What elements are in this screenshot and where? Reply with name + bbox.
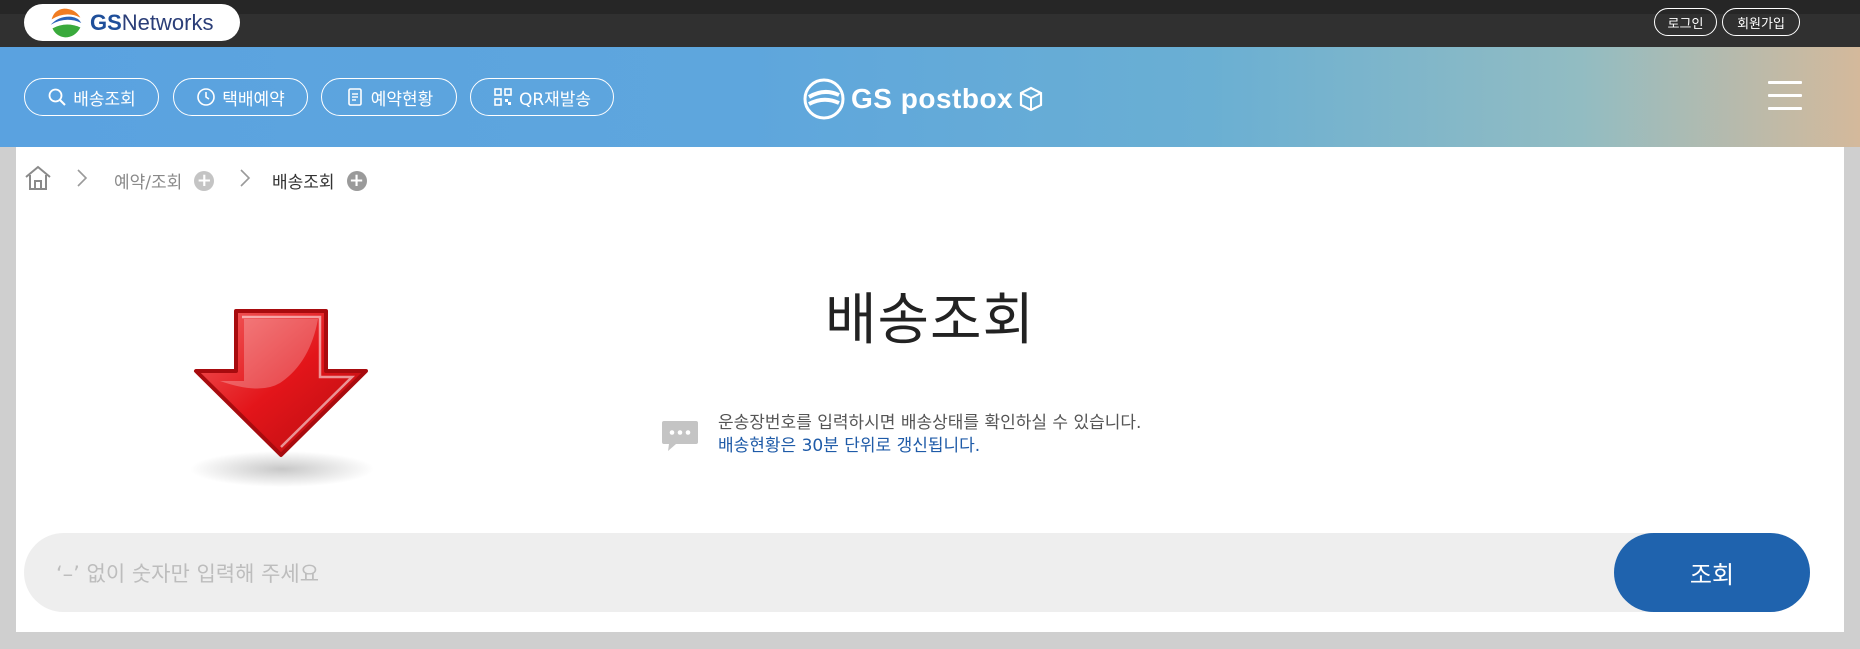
search-icon bbox=[48, 88, 66, 106]
nav-status-label: 예약현황 bbox=[370, 89, 434, 110]
info-text-line1: 운송장번호를 입력하시면 배송상태를 확인하실 수 있습니다. bbox=[718, 413, 1142, 433]
chevron-right-icon bbox=[77, 169, 88, 187]
breadcrumb-item-tracking[interactable]: 배송조회 + bbox=[272, 168, 367, 193]
plus-icon[interactable]: + bbox=[194, 170, 215, 191]
nav-tracking-button[interactable]: 배송조회 bbox=[24, 78, 159, 116]
nav-reservation-label: 택배예약 bbox=[222, 89, 285, 110]
nav-tracking-label: 배송조회 bbox=[73, 89, 136, 110]
box-icon bbox=[1020, 86, 1043, 112]
gs-networks-logo[interactable]: GS Networks bbox=[24, 4, 240, 41]
info-notice: 운송장번호를 입력하시면 배송상태를 확인하실 수 있습니다. 배송현황은 30… bbox=[660, 412, 1141, 458]
chevron-right-icon bbox=[240, 169, 251, 187]
top-bar-band bbox=[0, 14, 1860, 47]
document-icon bbox=[347, 88, 362, 106]
breadcrumb-item-reservation[interactable]: 예약/조회 + bbox=[114, 168, 215, 193]
hamburger-menu-icon[interactable] bbox=[1768, 81, 1802, 111]
qr-code-icon bbox=[494, 88, 512, 106]
top-bar: GS Networks 로그인 회원가입 bbox=[0, 0, 1860, 47]
red-down-arrow-icon bbox=[190, 309, 374, 487]
nav-qr-resend-button[interactable]: QR재발송 bbox=[470, 78, 614, 116]
plus-icon[interactable]: + bbox=[346, 170, 367, 191]
brand-text: GS postbox bbox=[851, 83, 1014, 114]
breadcrumb-label: 배송조회 bbox=[272, 173, 335, 193]
tracking-number-input[interactable] bbox=[54, 533, 1558, 614]
login-button[interactable]: 로그인 bbox=[1654, 8, 1717, 36]
nav-reservation-button[interactable]: 택배예약 bbox=[173, 78, 308, 116]
main-panel: 예약/조회 + 배송조회 + 배송조회 운송장번호를 입력하시면 배송상태를 확… bbox=[16, 147, 1844, 632]
gs-logo-icon bbox=[50, 7, 82, 38]
search-submit-button[interactable]: 조회 bbox=[1614, 533, 1810, 612]
gs-postbox-mark-icon bbox=[803, 78, 845, 120]
nav-status-button[interactable]: 예약현황 bbox=[321, 78, 457, 116]
logo-text-networks: Networks bbox=[121, 9, 214, 35]
signup-button[interactable]: 회원가입 bbox=[1722, 8, 1800, 36]
nav-qr-resend-label: QR재발송 bbox=[518, 89, 592, 110]
home-icon[interactable] bbox=[23, 164, 53, 192]
gs-postbox-logo[interactable]: GS postbox bbox=[803, 77, 1043, 121]
chat-bubble-icon bbox=[662, 421, 698, 451]
search-bar: 조회 bbox=[24, 533, 1810, 614]
info-text-line2: 배송현황은 30분 단위로 갱신됩니다. bbox=[718, 436, 981, 456]
hero-nav: 배송조회 택배예약 예약현황 QR재발송 GS postbox bbox=[0, 47, 1860, 147]
clock-icon bbox=[197, 88, 216, 106]
breadcrumb-label: 예약/조회 bbox=[114, 173, 183, 193]
logo-text-gs: GS bbox=[90, 9, 122, 35]
